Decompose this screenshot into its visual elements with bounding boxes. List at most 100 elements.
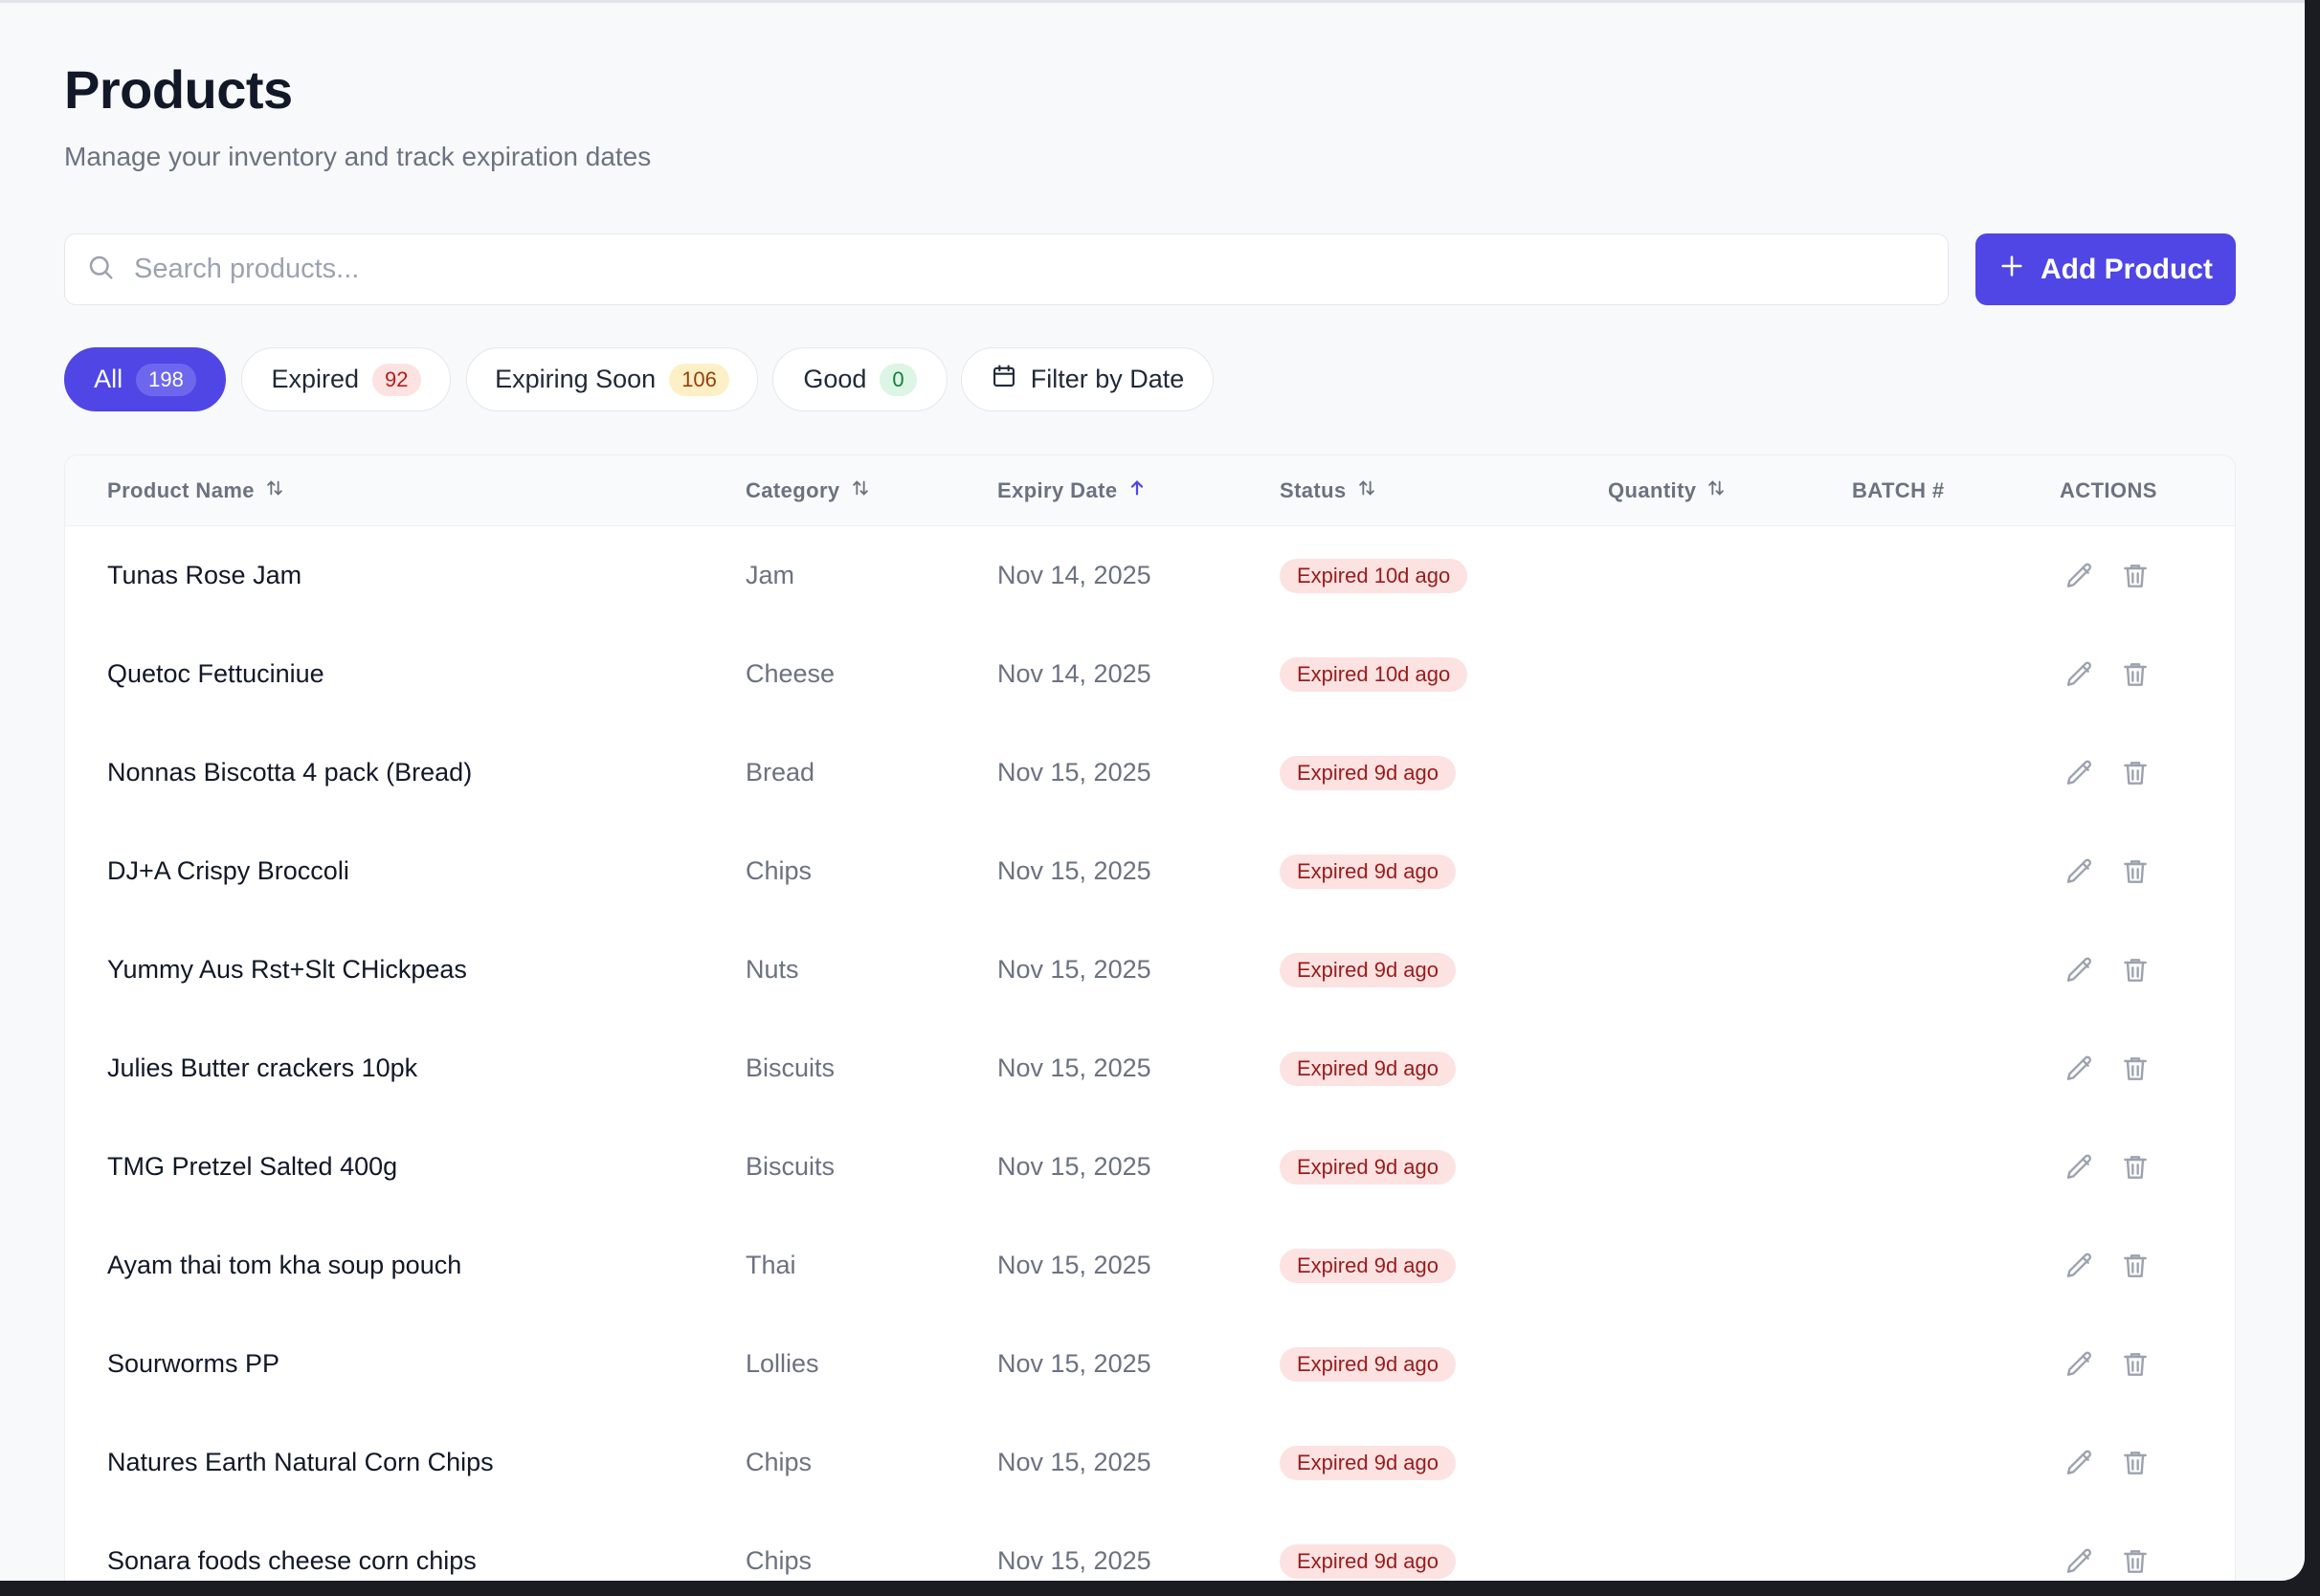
column-label: Quantity [1608, 478, 1697, 502]
edit-icon[interactable] [2064, 561, 2095, 591]
cell-actions [2064, 1019, 2151, 1118]
trash-icon[interactable] [2120, 1152, 2151, 1183]
status-badge: Expired 9d ago [1280, 1051, 1456, 1086]
cell-expiry-date-text: Nov 14, 2025 [997, 561, 1151, 589]
add-product-button[interactable]: Add Product [1975, 233, 2236, 305]
sort-icon [264, 477, 285, 504]
cell-category: Chips [746, 822, 812, 920]
cell-actions [2064, 1216, 2151, 1315]
column-label: Category [746, 478, 840, 502]
cell-expiry-date: Nov 15, 2025 [997, 822, 1151, 920]
status-badge: Expired 9d ago [1280, 1543, 1456, 1579]
table-row[interactable]: DJ+A Crispy Broccoli Chips Nov 15, 2025 Exp… [65, 822, 2235, 920]
column-expiry-date[interactable]: Expiry Date [997, 455, 1148, 526]
column-batch: BATCH # [1852, 455, 1945, 526]
cell-product-name-text: Julies Butter crackers 10pk [107, 1053, 418, 1082]
cell-status: Expired 9d ago [1280, 822, 1456, 920]
cell-status: Expired 9d ago [1280, 1216, 1456, 1315]
cell-product-name: DJ+A Crispy Broccoli [107, 822, 349, 920]
column-status[interactable]: Status [1280, 455, 1377, 526]
cell-category: Bread [746, 723, 814, 822]
table-row[interactable]: Nonnas Biscotta 4 pack (Bread) Bread Nov 1… [65, 723, 2235, 822]
cell-expiry-date-text: Nov 15, 2025 [997, 1251, 1151, 1279]
cell-product-name: Yummy Aus Rst+Slt CHickpeas [107, 920, 467, 1019]
cell-category: Cheese [746, 625, 835, 723]
cell-category-text: Biscuits [746, 1053, 836, 1082]
cell-expiry-date: Nov 15, 2025 [997, 1216, 1151, 1315]
cell-product-name: Julies Butter crackers 10pk [107, 1019, 417, 1118]
cell-category-text: Bread [746, 758, 815, 787]
filter-good[interactable]: Good 0 [772, 347, 948, 411]
cell-expiry-date-text: Nov 14, 2025 [997, 659, 1151, 688]
table-row[interactable]: TMG Pretzel Salted 400g Biscuits Nov 15, 2… [65, 1118, 2235, 1216]
edit-icon[interactable] [2064, 758, 2095, 788]
cell-category: Chips [746, 1413, 812, 1512]
filter-all[interactable]: All 198 [64, 347, 226, 411]
cell-status: Expired 10d ago [1280, 625, 1468, 723]
edit-icon[interactable] [2064, 1251, 2095, 1281]
trash-icon[interactable] [2120, 1546, 2151, 1577]
edit-icon[interactable] [2064, 1349, 2095, 1380]
cell-category-text: Thai [746, 1251, 796, 1279]
table-row[interactable]: Tunas Rose Jam Jam Nov 14, 2025 Expired 10d… [65, 526, 2235, 625]
status-badge: Expired 9d ago [1280, 1248, 1456, 1283]
plus-icon [1998, 253, 2025, 287]
edit-icon[interactable] [2064, 659, 2095, 690]
cell-product-name-text: Nonnas Biscotta 4 pack (Bread) [107, 758, 473, 787]
table-row[interactable]: Julies Butter crackers 10pk Biscuits Nov 1… [65, 1019, 2235, 1118]
cell-actions [2064, 625, 2151, 723]
page-title: Products [64, 59, 293, 120]
edit-icon[interactable] [2064, 1546, 2095, 1577]
status-badge: Expired 9d ago [1280, 1445, 1456, 1480]
cell-category-text: Jam [746, 561, 795, 589]
table-row[interactable]: Sonara foods cheese corn chips Chips Nov 1… [65, 1512, 2235, 1581]
filter-expired[interactable]: Expired 92 [241, 347, 451, 411]
cell-category-text: Nuts [746, 955, 799, 984]
cell-category: Biscuits [746, 1118, 835, 1216]
cell-actions [2064, 1118, 2151, 1216]
edit-icon[interactable] [2064, 955, 2095, 986]
trash-icon[interactable] [2120, 1448, 2151, 1478]
edit-icon[interactable] [2064, 1448, 2095, 1478]
edit-icon[interactable] [2064, 856, 2095, 887]
app-window: Products Manage your inventory and track… [0, 0, 2305, 1581]
cell-product-name: Sonara foods cheese corn chips [107, 1512, 477, 1581]
filter-label: Filter by Date [1030, 365, 1185, 393]
trash-icon[interactable] [2120, 659, 2151, 690]
trash-icon[interactable] [2120, 1053, 2151, 1084]
filter-expiring-soon[interactable]: Expiring Soon 106 [466, 347, 758, 411]
filter-by-date-button[interactable]: Filter by Date [961, 347, 1214, 411]
trash-icon[interactable] [2120, 955, 2151, 986]
search-input[interactable] [134, 254, 1905, 285]
sort-icon [850, 477, 871, 504]
table-row[interactable]: Ayam thai tom kha soup pouch Thai Nov 15, … [65, 1216, 2235, 1315]
cell-category-text: Chips [746, 1448, 813, 1476]
table-row[interactable]: Yummy Aus Rst+Slt CHickpeas Nuts Nov 15, 2… [65, 920, 2235, 1019]
table-row[interactable]: Sourworms PP Lollies Nov 15, 2025 Expired 9… [65, 1315, 2235, 1413]
cell-expiry-date: Nov 15, 2025 [997, 1512, 1151, 1581]
filter-label: Good [803, 365, 867, 393]
column-quantity[interactable]: Quantity [1608, 455, 1727, 526]
column-product-name[interactable]: Product Name [107, 455, 285, 526]
trash-icon[interactable] [2120, 758, 2151, 788]
add-product-label: Add Product [2041, 253, 2213, 285]
cell-status: Expired 9d ago [1280, 1512, 1456, 1581]
trash-icon[interactable] [2120, 1349, 2151, 1380]
cell-product-name: Natures Earth Natural Corn Chips [107, 1413, 494, 1512]
cell-expiry-date-text: Nov 15, 2025 [997, 1448, 1151, 1476]
cell-expiry-date: Nov 14, 2025 [997, 526, 1151, 625]
cell-expiry-date-text: Nov 15, 2025 [997, 1152, 1151, 1181]
trash-icon[interactable] [2120, 1251, 2151, 1281]
column-category[interactable]: Category [746, 455, 871, 526]
edit-icon[interactable] [2064, 1152, 2095, 1183]
cell-category: Jam [746, 526, 794, 625]
cell-category-text: Chips [746, 856, 813, 885]
trash-icon[interactable] [2120, 561, 2151, 591]
table-row[interactable]: Quetoc Fettuciniue Cheese Nov 14, 2025 Expi… [65, 625, 2235, 723]
table-row[interactable]: Natures Earth Natural Corn Chips Chips Nov… [65, 1413, 2235, 1512]
edit-icon[interactable] [2064, 1053, 2095, 1084]
cell-actions [2064, 526, 2151, 625]
trash-icon[interactable] [2120, 856, 2151, 887]
cell-expiry-date: Nov 14, 2025 [997, 625, 1151, 723]
cell-expiry-date: Nov 15, 2025 [997, 1315, 1151, 1413]
